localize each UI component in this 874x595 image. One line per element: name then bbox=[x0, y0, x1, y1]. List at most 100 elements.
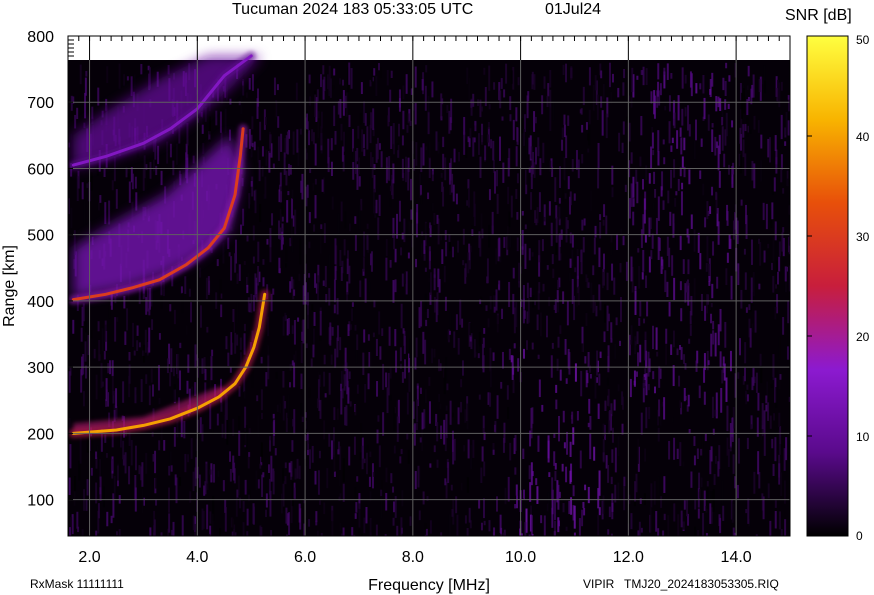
noise-streak bbox=[778, 430, 781, 455]
noise-streak bbox=[657, 236, 660, 260]
noise-streak bbox=[581, 343, 584, 353]
noise-streak bbox=[133, 350, 136, 356]
noise-streak bbox=[340, 201, 343, 222]
noise-streak bbox=[380, 489, 383, 497]
noise-streak bbox=[219, 528, 222, 536]
noise-streak bbox=[614, 343, 617, 359]
noise-streak bbox=[331, 434, 334, 440]
noise-streak bbox=[376, 429, 379, 444]
noise-streak bbox=[428, 142, 431, 159]
noise-streak bbox=[320, 126, 323, 146]
noise-streak bbox=[679, 281, 682, 291]
noise-streak bbox=[483, 328, 486, 334]
noise-streak bbox=[583, 218, 586, 226]
noise-streak bbox=[785, 111, 788, 135]
noise-streak bbox=[359, 112, 362, 125]
noise-streak bbox=[701, 435, 704, 459]
noise-streak bbox=[315, 511, 318, 523]
noise-streak bbox=[552, 100, 555, 121]
noise-streak bbox=[291, 360, 294, 366]
noise-streak bbox=[673, 503, 676, 522]
noise-streak bbox=[507, 407, 510, 419]
noise-streak bbox=[466, 200, 469, 206]
noise-streak bbox=[758, 79, 761, 93]
noise-streak bbox=[188, 288, 191, 297]
noise-streak bbox=[466, 477, 469, 493]
noise-streak bbox=[466, 527, 469, 536]
noise-streak bbox=[693, 229, 696, 252]
noise-streak bbox=[281, 202, 284, 215]
noise-streak bbox=[319, 399, 322, 419]
noise-streak bbox=[571, 158, 574, 172]
noise-streak bbox=[322, 280, 325, 286]
noise-streak bbox=[500, 78, 503, 89]
noise-streak bbox=[774, 437, 777, 462]
noise-streak bbox=[346, 250, 349, 259]
noise-streak bbox=[83, 200, 86, 225]
noise-streak bbox=[417, 465, 420, 488]
noise-streak bbox=[739, 127, 742, 144]
noise-streak bbox=[594, 301, 597, 312]
noise-streak bbox=[415, 258, 418, 268]
noise-streak bbox=[95, 374, 98, 400]
noise-streak bbox=[535, 478, 538, 485]
noise-streak bbox=[780, 81, 783, 91]
noise-streak bbox=[688, 338, 691, 344]
noise-streak bbox=[669, 211, 672, 226]
noise-streak bbox=[702, 512, 705, 536]
noise-streak bbox=[230, 256, 233, 281]
noise-streak bbox=[266, 238, 269, 245]
noise-streak bbox=[535, 218, 538, 226]
noise-streak bbox=[569, 258, 572, 268]
noise-streak bbox=[674, 197, 677, 207]
noise-streak bbox=[275, 371, 278, 379]
noise-streak bbox=[358, 176, 361, 187]
noise-streak bbox=[657, 63, 660, 80]
noise-streak bbox=[477, 133, 480, 155]
x-tick-labels: 2.0 4.0 6.0 8.0 10.0 12.0 14.0 bbox=[78, 549, 751, 566]
noise-streak bbox=[676, 348, 679, 356]
noise-streak bbox=[285, 246, 288, 262]
noise-streak bbox=[390, 126, 393, 149]
noise-streak bbox=[750, 239, 753, 265]
noise-streak bbox=[424, 389, 427, 404]
noise-streak bbox=[642, 66, 645, 86]
noise-streak bbox=[95, 451, 98, 460]
noise-streak bbox=[728, 234, 731, 249]
noise-streak bbox=[246, 531, 249, 536]
noise-streak bbox=[572, 427, 575, 445]
noise-streak bbox=[136, 325, 139, 336]
noise-streak bbox=[219, 111, 222, 133]
noise-streak bbox=[477, 344, 480, 353]
noise-streak bbox=[769, 520, 772, 536]
noise-streak bbox=[736, 220, 739, 245]
noise-streak bbox=[751, 160, 754, 181]
noise-streak bbox=[597, 168, 600, 189]
noise-streak bbox=[752, 367, 755, 386]
noise-streak bbox=[686, 499, 689, 517]
noise-streak bbox=[299, 128, 302, 135]
noise-streak bbox=[400, 303, 403, 329]
noise-streak bbox=[757, 451, 760, 475]
noise-streak bbox=[738, 338, 741, 356]
noise-streak bbox=[254, 189, 257, 214]
noise-streak bbox=[317, 275, 320, 301]
noise-streak bbox=[757, 392, 760, 411]
noise-streak bbox=[242, 501, 245, 512]
noise-streak bbox=[427, 95, 430, 113]
noise-streak bbox=[783, 480, 786, 504]
noise-streak bbox=[402, 328, 405, 334]
noise-streak bbox=[224, 108, 227, 134]
noise-streak bbox=[498, 237, 501, 257]
noise-streak bbox=[664, 106, 667, 111]
noise-streak bbox=[354, 487, 357, 500]
noise-streak bbox=[663, 157, 666, 165]
noise-streak bbox=[774, 510, 777, 529]
noise-streak bbox=[543, 216, 546, 222]
noise-streak bbox=[278, 268, 281, 274]
noise-streak bbox=[673, 277, 676, 301]
noise-streak bbox=[488, 65, 491, 91]
noise-streak bbox=[128, 181, 131, 203]
noise-streak bbox=[264, 176, 267, 199]
noise-streak bbox=[457, 213, 460, 222]
